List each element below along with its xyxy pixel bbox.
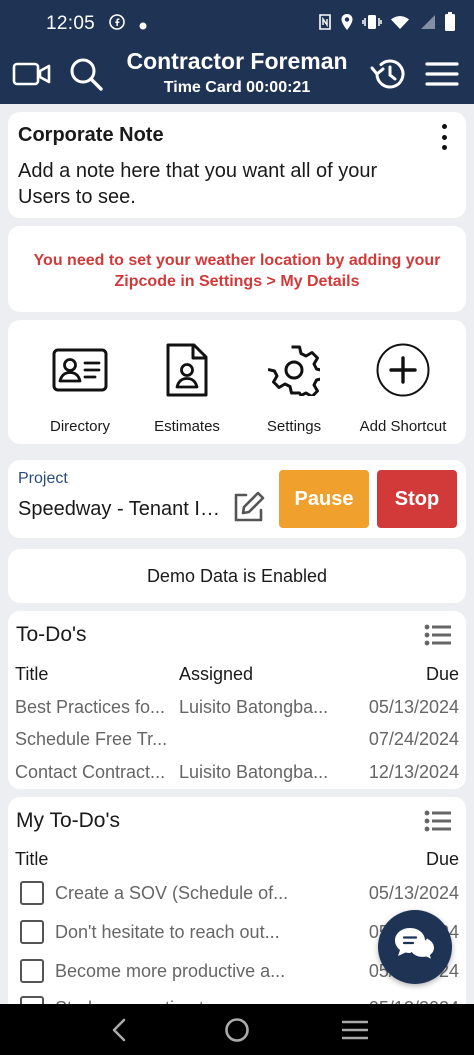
my-todo-row[interactable]: Create a SOV (Schedule of... 05/13/2024 — [8, 881, 466, 913]
my-todos-title: My To-Do's — [16, 809, 120, 832]
estimate-document-icon — [132, 340, 242, 400]
shortcut-estimates[interactable]: Estimates — [132, 340, 242, 435]
history-icon[interactable] — [368, 54, 408, 94]
column-header-due: Due — [425, 849, 459, 869]
column-header-assigned: Assigned — [179, 664, 254, 684]
menu-icon[interactable] — [422, 54, 462, 94]
edit-icon[interactable] — [232, 490, 266, 529]
todo-title: Contact Contract... — [15, 762, 166, 782]
my-todo-title: Create a SOV (Schedule of... — [55, 883, 289, 903]
list-view-icon[interactable] — [424, 623, 452, 652]
project-name[interactable]: Speedway - Tenant Improvement — [18, 498, 228, 521]
system-nav-bar — [0, 1004, 474, 1055]
battery-icon — [444, 11, 456, 37]
shortcut-directory[interactable]: Directory — [25, 340, 135, 435]
nfc-icon — [318, 13, 332, 36]
contact-card-icon — [25, 340, 135, 400]
location-icon — [340, 13, 354, 36]
plus-circle-icon — [348, 340, 458, 400]
column-header-due: Due — [425, 664, 459, 684]
shortcut-label: Add Shortcut — [359, 418, 447, 435]
todo-row[interactable]: Schedule Free Tr... 07/24/2024 — [8, 729, 466, 761]
vibrate-icon — [362, 14, 382, 35]
todo-due: 05/13/2024 — [368, 697, 459, 717]
todo-due: 12/13/2024 — [368, 762, 459, 782]
home-icon[interactable] — [222, 1016, 252, 1044]
todo-checkbox[interactable] — [20, 881, 44, 905]
corporate-note-title: Corporate Note — [18, 124, 164, 146]
todo-title: Best Practices fo... — [15, 697, 166, 717]
column-header-title: Title — [15, 664, 49, 684]
shortcut-settings[interactable]: Settings — [239, 340, 349, 435]
my-todo-title: Become more productive a... — [55, 961, 286, 981]
todo-checkbox[interactable] — [20, 959, 44, 983]
todo-row[interactable]: Contact Contract... Luisito Batongba... … — [8, 762, 466, 794]
app-header: Contractor Foreman Time Card 00:00:21 — [0, 48, 474, 104]
back-icon[interactable] — [104, 1016, 134, 1044]
corporate-note-body: Add a note here that you want all of you… — [18, 160, 378, 208]
shortcuts-card: Directory Estimates Settings Add Shortcu… — [8, 320, 466, 444]
stop-button[interactable]: Stop — [377, 470, 457, 528]
project-card: Project Speedway - Tenant Improvement Pa… — [8, 460, 466, 538]
facebook-notification-icon — [109, 13, 125, 35]
chat-button[interactable] — [378, 910, 452, 984]
todo-title: Schedule Free Tr... — [15, 729, 168, 749]
todo-due: 07/24/2024 — [368, 729, 459, 749]
status-time: 12:05 — [46, 13, 96, 34]
demo-data-banner: Demo Data is Enabled — [8, 549, 466, 603]
weather-card: You need to set your weather location by… — [8, 226, 466, 312]
shortcut-add[interactable]: Add Shortcut — [348, 340, 458, 435]
corporate-note-card: Corporate Note Add a note here that you … — [8, 112, 466, 218]
todo-assigned: Luisito Batongba... — [179, 762, 329, 782]
todos-card: To-Do's Title Assigned Due Best Practice… — [8, 611, 466, 789]
more-options-icon[interactable] — [436, 124, 452, 150]
wifi-icon — [390, 14, 410, 35]
pause-button[interactable]: Pause — [279, 470, 369, 528]
cell-signal-icon — [418, 14, 436, 35]
chat-bubbles-icon — [392, 924, 438, 971]
weather-location-warning[interactable]: You need to set your weather location by… — [28, 250, 446, 292]
recents-icon[interactable] — [340, 1016, 370, 1044]
shortcut-label: Settings — [266, 418, 322, 435]
todos-title: To-Do's — [16, 623, 87, 646]
shortcut-label: Estimates — [154, 418, 220, 435]
column-header-title: Title — [15, 849, 49, 869]
my-todo-title: Don't hesitate to reach out... — [55, 922, 280, 942]
list-view-icon[interactable] — [424, 809, 452, 838]
todo-assigned: Luisito Batongba... — [179, 697, 329, 717]
notification-dot-icon — [139, 14, 147, 35]
todo-checkbox[interactable] — [20, 920, 44, 944]
my-todo-due: 05/13/2024 — [368, 883, 459, 903]
project-label: Project — [18, 470, 68, 487]
shortcut-label: Directory — [49, 418, 110, 435]
todo-row[interactable]: Best Practices fo... Luisito Batongba...… — [8, 697, 466, 729]
gear-icon — [239, 340, 349, 400]
status-bar: 12:05 — [0, 0, 474, 48]
